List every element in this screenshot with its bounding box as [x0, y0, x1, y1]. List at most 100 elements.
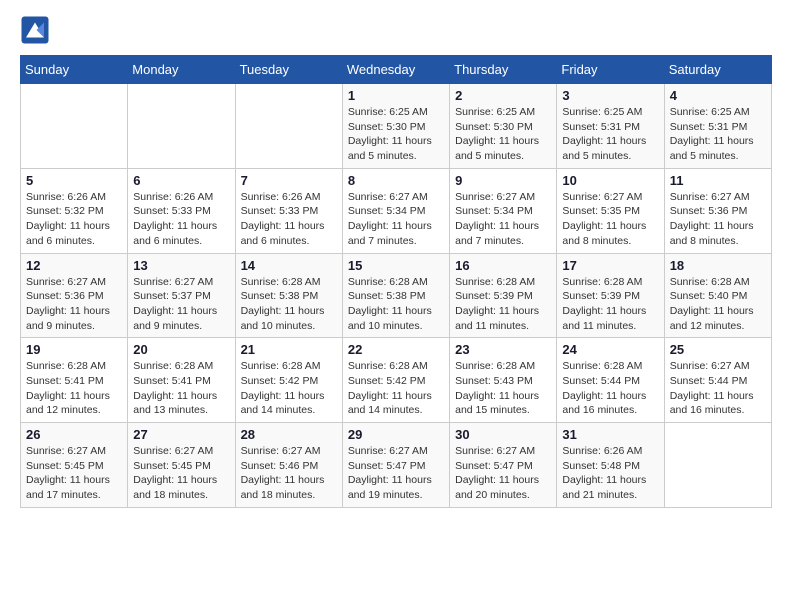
cell-info: Sunrise: 6:28 AMSunset: 5:39 PMDaylight:…	[455, 275, 551, 334]
calendar-cell	[235, 84, 342, 169]
calendar-cell: 24 Sunrise: 6:28 AMSunset: 5:44 PMDayligh…	[557, 338, 664, 423]
cell-info: Sunrise: 6:27 AMSunset: 5:34 PMDaylight:…	[348, 190, 444, 249]
calendar-cell: 14 Sunrise: 6:28 AMSunset: 5:38 PMDayligh…	[235, 253, 342, 338]
cell-info: Sunrise: 6:28 AMSunset: 5:38 PMDaylight:…	[348, 275, 444, 334]
calendar-cell: 23 Sunrise: 6:28 AMSunset: 5:43 PMDayligh…	[450, 338, 557, 423]
cell-info: Sunrise: 6:27 AMSunset: 5:34 PMDaylight:…	[455, 190, 551, 249]
day-number: 1	[348, 88, 444, 103]
cell-info: Sunrise: 6:27 AMSunset: 5:44 PMDaylight:…	[670, 359, 766, 418]
weekday-header-sunday: Sunday	[21, 56, 128, 84]
weekday-header-friday: Friday	[557, 56, 664, 84]
cell-info: Sunrise: 6:27 AMSunset: 5:36 PMDaylight:…	[670, 190, 766, 249]
cell-info: Sunrise: 6:26 AMSunset: 5:32 PMDaylight:…	[26, 190, 122, 249]
calendar-cell: 26Sunrise: 6:27 AMSunset: 5:45 PMDayligh…	[21, 423, 128, 508]
cell-info: Sunrise: 6:27 AMSunset: 5:46 PMDaylight:…	[241, 444, 337, 503]
day-number: 6	[133, 173, 229, 188]
day-number: 4	[670, 88, 766, 103]
day-number: 21	[241, 342, 337, 357]
calendar-cell: 18 Sunrise: 6:28 AMSunset: 5:40 PMDayligh…	[664, 253, 771, 338]
calendar-cell: 1 Sunrise: 6:25 AMSunset: 5:30 PMDaylight…	[342, 84, 449, 169]
logo	[20, 15, 54, 45]
cell-info: Sunrise: 6:27 AMSunset: 5:36 PMDaylight:…	[26, 275, 122, 334]
weekday-header-wednesday: Wednesday	[342, 56, 449, 84]
day-number: 25	[670, 342, 766, 357]
calendar-cell: 3 Sunrise: 6:25 AMSunset: 5:31 PMDaylight…	[557, 84, 664, 169]
calendar-cell: 8 Sunrise: 6:27 AMSunset: 5:34 PMDaylight…	[342, 168, 449, 253]
calendar-week-1: 1 Sunrise: 6:25 AMSunset: 5:30 PMDaylight…	[21, 84, 772, 169]
calendar-cell: 31Sunrise: 6:26 AMSunset: 5:48 PMDayligh…	[557, 423, 664, 508]
day-number: 3	[562, 88, 658, 103]
weekday-header-row: SundayMondayTuesdayWednesdayThursdayFrid…	[21, 56, 772, 84]
day-number: 17	[562, 258, 658, 273]
day-number: 18	[670, 258, 766, 273]
cell-info: Sunrise: 6:26 AMSunset: 5:33 PMDaylight:…	[133, 190, 229, 249]
calendar-body: 1 Sunrise: 6:25 AMSunset: 5:30 PMDaylight…	[21, 84, 772, 508]
cell-info: Sunrise: 6:25 AMSunset: 5:30 PMDaylight:…	[348, 105, 444, 164]
day-number: 19	[26, 342, 122, 357]
calendar-cell: 10Sunrise: 6:27 AMSunset: 5:35 PMDayligh…	[557, 168, 664, 253]
day-number: 20	[133, 342, 229, 357]
logo-icon	[20, 15, 50, 45]
cell-info: Sunrise: 6:28 AMSunset: 5:39 PMDaylight:…	[562, 275, 658, 334]
day-number: 24	[562, 342, 658, 357]
day-number: 12	[26, 258, 122, 273]
calendar-cell	[128, 84, 235, 169]
cell-info: Sunrise: 6:28 AMSunset: 5:41 PMDaylight:…	[133, 359, 229, 418]
calendar-table: SundayMondayTuesdayWednesdayThursdayFrid…	[20, 55, 772, 508]
calendar-cell: 22 Sunrise: 6:28 AMSunset: 5:42 PMDayligh…	[342, 338, 449, 423]
day-number: 30	[455, 427, 551, 442]
day-number: 11	[670, 173, 766, 188]
day-number: 31	[562, 427, 658, 442]
calendar-cell: 5Sunrise: 6:26 AMSunset: 5:32 PMDaylight…	[21, 168, 128, 253]
calendar-cell: 28 Sunrise: 6:27 AMSunset: 5:46 PMDayligh…	[235, 423, 342, 508]
cell-info: Sunrise: 6:25 AMSunset: 5:31 PMDaylight:…	[670, 105, 766, 164]
cell-info: Sunrise: 6:28 AMSunset: 5:42 PMDaylight:…	[241, 359, 337, 418]
calendar-cell: 2 Sunrise: 6:25 AMSunset: 5:30 PMDaylight…	[450, 84, 557, 169]
day-number: 23	[455, 342, 551, 357]
calendar-cell: 13 Sunrise: 6:27 AMSunset: 5:37 PMDayligh…	[128, 253, 235, 338]
day-number: 28	[241, 427, 337, 442]
cell-info: Sunrise: 6:28 AMSunset: 5:40 PMDaylight:…	[670, 275, 766, 334]
calendar-cell: 16Sunrise: 6:28 AMSunset: 5:39 PMDayligh…	[450, 253, 557, 338]
calendar-cell: 25 Sunrise: 6:27 AMSunset: 5:44 PMDayligh…	[664, 338, 771, 423]
calendar-cell: 29 Sunrise: 6:27 AMSunset: 5:47 PMDayligh…	[342, 423, 449, 508]
calendar-cell: 4 Sunrise: 6:25 AMSunset: 5:31 PMDaylight…	[664, 84, 771, 169]
calendar-week-4: 19 Sunrise: 6:28 AMSunset: 5:41 PMDayligh…	[21, 338, 772, 423]
calendar-cell: 19 Sunrise: 6:28 AMSunset: 5:41 PMDayligh…	[21, 338, 128, 423]
day-number: 10	[562, 173, 658, 188]
calendar-cell	[664, 423, 771, 508]
day-number: 14	[241, 258, 337, 273]
cell-info: Sunrise: 6:28 AMSunset: 5:42 PMDaylight:…	[348, 359, 444, 418]
weekday-header-monday: Monday	[128, 56, 235, 84]
calendar-cell: 21 Sunrise: 6:28 AMSunset: 5:42 PMDayligh…	[235, 338, 342, 423]
cell-info: Sunrise: 6:27 AMSunset: 5:45 PMDaylight:…	[133, 444, 229, 503]
cell-info: Sunrise: 6:28 AMSunset: 5:38 PMDaylight:…	[241, 275, 337, 334]
calendar-cell: 9Sunrise: 6:27 AMSunset: 5:34 PMDaylight…	[450, 168, 557, 253]
cell-info: Sunrise: 6:28 AMSunset: 5:41 PMDaylight:…	[26, 359, 122, 418]
cell-info: Sunrise: 6:28 AMSunset: 5:44 PMDaylight:…	[562, 359, 658, 418]
calendar-week-3: 12 Sunrise: 6:27 AMSunset: 5:36 PMDayligh…	[21, 253, 772, 338]
day-number: 2	[455, 88, 551, 103]
calendar-cell: 11 Sunrise: 6:27 AMSunset: 5:36 PMDayligh…	[664, 168, 771, 253]
page-header	[20, 15, 772, 45]
cell-info: Sunrise: 6:26 AMSunset: 5:33 PMDaylight:…	[241, 190, 337, 249]
cell-info: Sunrise: 6:27 AMSunset: 5:47 PMDaylight:…	[348, 444, 444, 503]
calendar-week-5: 26Sunrise: 6:27 AMSunset: 5:45 PMDayligh…	[21, 423, 772, 508]
day-number: 22	[348, 342, 444, 357]
day-number: 13	[133, 258, 229, 273]
weekday-header-tuesday: Tuesday	[235, 56, 342, 84]
cell-info: Sunrise: 6:25 AMSunset: 5:30 PMDaylight:…	[455, 105, 551, 164]
cell-info: Sunrise: 6:27 AMSunset: 5:37 PMDaylight:…	[133, 275, 229, 334]
day-number: 8	[348, 173, 444, 188]
calendar-cell: 7Sunrise: 6:26 AMSunset: 5:33 PMDaylight…	[235, 168, 342, 253]
weekday-header-thursday: Thursday	[450, 56, 557, 84]
calendar-cell: 27 Sunrise: 6:27 AMSunset: 5:45 PMDayligh…	[128, 423, 235, 508]
weekday-header-saturday: Saturday	[664, 56, 771, 84]
day-number: 27	[133, 427, 229, 442]
cell-info: Sunrise: 6:28 AMSunset: 5:43 PMDaylight:…	[455, 359, 551, 418]
cell-info: Sunrise: 6:27 AMSunset: 5:47 PMDaylight:…	[455, 444, 551, 503]
cell-info: Sunrise: 6:25 AMSunset: 5:31 PMDaylight:…	[562, 105, 658, 164]
day-number: 29	[348, 427, 444, 442]
calendar-cell: 12 Sunrise: 6:27 AMSunset: 5:36 PMDayligh…	[21, 253, 128, 338]
calendar-cell: 20 Sunrise: 6:28 AMSunset: 5:41 PMDayligh…	[128, 338, 235, 423]
